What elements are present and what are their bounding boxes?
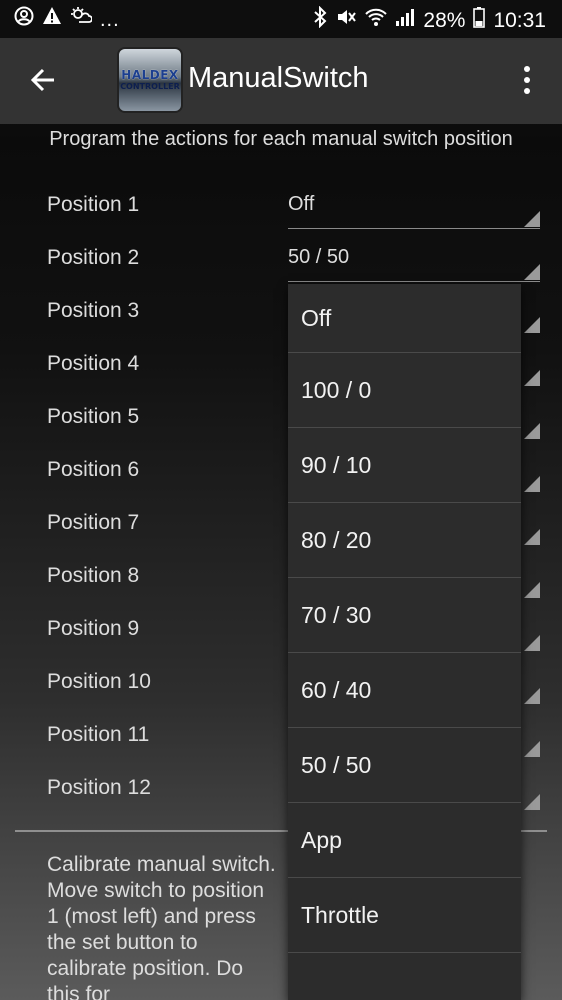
calibration-instructions: Calibrate manual switch. Move switch to … [47, 853, 276, 1000]
dropdown-option[interactable]: App [288, 803, 521, 878]
dropdown-option[interactable]: 80 / 20 [288, 503, 521, 578]
position-label: Position 1 [47, 193, 140, 216]
dropdown-arrow-icon [524, 529, 540, 545]
back-button[interactable] [24, 58, 68, 102]
battery-icon [473, 6, 486, 35]
signal-icon [395, 7, 415, 34]
position-label: Position 3 [47, 299, 140, 322]
position-label: Position 9 [47, 617, 140, 640]
dropdown-option[interactable]: 90 / 10 [288, 428, 521, 503]
dropdown-arrow-icon [524, 423, 540, 439]
dropdown-arrow-icon [524, 370, 540, 386]
dropdown-arrow-icon [524, 211, 540, 227]
dropdown-arrow-icon [524, 264, 540, 280]
dropdown-menu: Off 100 / 0 90 / 10 80 / 20 70 / 30 60 /… [288, 284, 521, 1000]
dropdown-option[interactable]: Off [288, 284, 521, 353]
position-label: Position 8 [47, 564, 140, 587]
logo-line2: CONTROLLER [120, 81, 180, 91]
bluetooth-icon [313, 5, 327, 35]
dropdown-arrow-icon [524, 794, 540, 810]
spinner-value: 50 / 50 [288, 246, 350, 268]
dropdown-option[interactable]: 70 / 30 [288, 578, 521, 653]
dropdown-arrow-icon [524, 476, 540, 492]
app-logo: HALDEX CONTROLLER [117, 47, 183, 113]
page-title: ManualSwitch [188, 62, 369, 94]
position-spinner[interactable]: 50 / 50 [288, 246, 540, 282]
more-vert-icon [524, 66, 530, 94]
overflow-menu-button[interactable] [512, 60, 542, 100]
dropdown-option[interactable]: 100 / 0 [288, 353, 521, 428]
dropdown-arrow-icon [524, 688, 540, 704]
position-label: Position 2 [47, 246, 140, 269]
wifi-icon [365, 7, 388, 34]
position-label: Position 7 [47, 511, 140, 534]
position-spinner[interactable]: Off [288, 193, 540, 229]
position-row: Position 1 Off [0, 193, 562, 246]
spinner-underline [288, 281, 540, 282]
battery-percent: 28% [423, 8, 466, 32]
position-label: Position 11 [47, 723, 150, 746]
app-bar: HALDEX CONTROLLER ManualSwitch [0, 38, 562, 124]
more-notifications: ... [100, 8, 120, 31]
dropdown-option[interactable]: 60 / 40 [288, 653, 521, 728]
logo-line1: HALDEX [121, 67, 179, 82]
dropdown-option[interactable]: 50 / 50 [288, 728, 521, 803]
clock: 10:31 [493, 8, 546, 32]
weather-icon [70, 6, 93, 33]
mute-icon [335, 6, 357, 35]
account-circle-icon [14, 6, 34, 33]
dropdown-arrow-icon [524, 635, 540, 651]
dropdown-arrow-icon [524, 741, 540, 757]
description-text: Program the actions for each manual swit… [49, 128, 513, 150]
dropdown-option[interactable]: Throttle [288, 878, 521, 953]
dropdown-arrow-icon [524, 582, 540, 598]
warning-icon [42, 6, 62, 33]
status-bar: ... 28% 10:31 [0, 0, 562, 38]
position-label: Position 12 [47, 776, 151, 799]
position-label: Position 10 [47, 670, 151, 693]
spinner-underline [288, 228, 540, 229]
arrow-back-icon [30, 68, 54, 92]
position-label: Position 6 [47, 458, 140, 481]
spinner-value: Off [288, 193, 315, 215]
position-label: Position 5 [47, 405, 140, 428]
position-label: Position 4 [47, 352, 140, 375]
dropdown-arrow-icon [524, 317, 540, 333]
